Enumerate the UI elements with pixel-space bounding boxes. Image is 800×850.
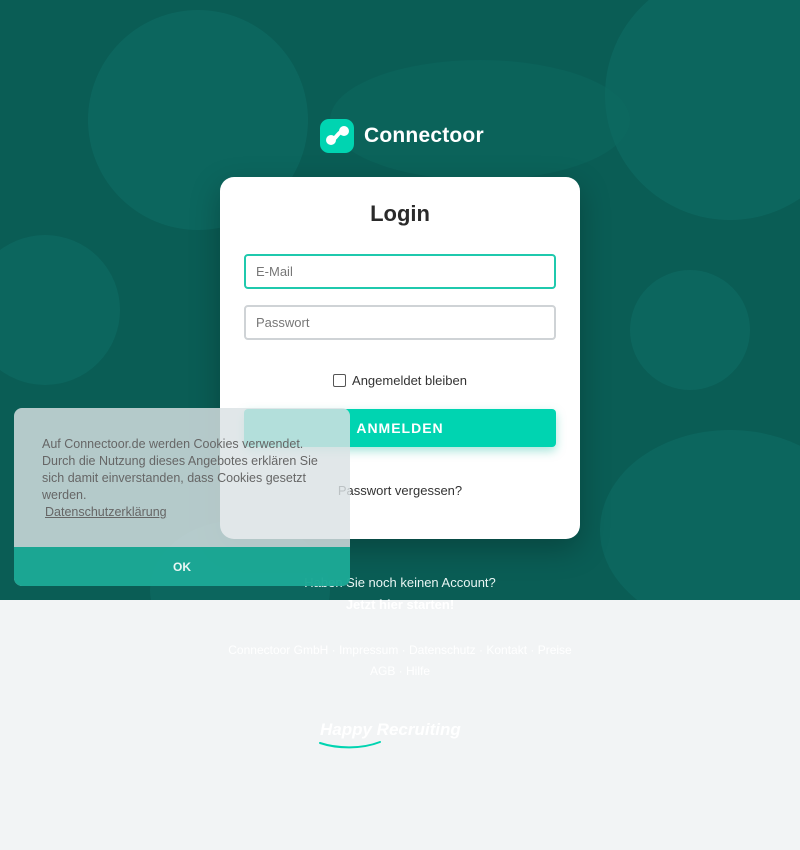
connectoor-logo-icon <box>320 119 354 153</box>
swoosh-icon <box>319 741 381 749</box>
cookie-banner: Auf Connectoor.de werden Cookies verwend… <box>14 408 350 586</box>
email-field[interactable] <box>244 254 556 289</box>
decorative-blob <box>0 235 120 385</box>
password-field[interactable] <box>244 305 556 340</box>
cookie-text: Auf Connectoor.de werden Cookies verwend… <box>42 437 318 502</box>
brand-header[interactable]: Connectoor <box>320 118 484 154</box>
cookie-ok-button[interactable]: OK <box>14 547 350 586</box>
decorative-blob <box>630 270 750 390</box>
remember-me-checkbox[interactable] <box>333 374 347 387</box>
decorative-blob <box>605 0 800 220</box>
remember-me-row[interactable]: Angemeldet bleiben <box>220 373 580 388</box>
signup-link[interactable]: Jetzt hier starten! <box>0 597 800 612</box>
tagline: Happy Recruiting <box>320 720 461 739</box>
brand-name: Connectoor <box>364 124 484 147</box>
privacy-policy-link[interactable]: Datenschutzerklärung <box>45 505 167 519</box>
footer-links[interactable]: Connectoor GmbH · Impressum · Datenschut… <box>0 643 800 657</box>
remember-me-label[interactable]: Angemeldet bleiben <box>352 373 467 388</box>
login-title: Login <box>370 201 430 226</box>
footer-links-secondary[interactable]: AGB · Hilfe <box>0 664 800 678</box>
